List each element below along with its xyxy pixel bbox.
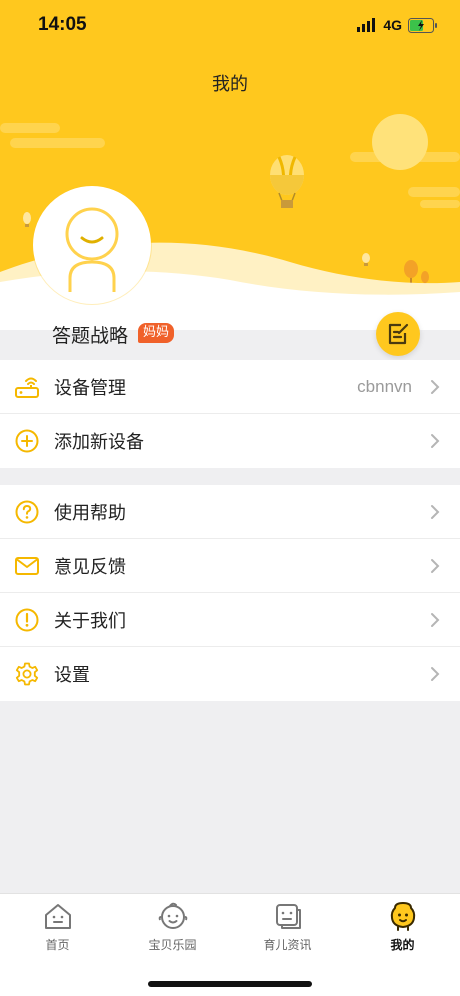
network-type: 4G bbox=[383, 17, 402, 33]
mail-icon bbox=[14, 553, 40, 579]
chevron-right-icon bbox=[431, 504, 440, 519]
chevron-right-icon bbox=[431, 558, 440, 573]
add-circle-icon bbox=[14, 428, 40, 454]
tab-label: 宝贝乐园 bbox=[148, 938, 197, 952]
tab-baby-paradise[interactable]: 宝贝乐园 bbox=[115, 900, 230, 953]
info-icon bbox=[14, 607, 40, 633]
help-icon bbox=[14, 499, 40, 525]
menu-item-settings[interactable]: 设置 bbox=[0, 647, 460, 701]
chevron-right-icon bbox=[431, 434, 440, 448]
edit-icon bbox=[388, 323, 409, 345]
chevron-right-icon bbox=[431, 612, 440, 627]
tab-label: 我的 bbox=[390, 938, 415, 952]
baby-face-icon bbox=[158, 902, 187, 929]
menu-label: 设备管理 bbox=[54, 377, 126, 399]
menu-label: 关于我们 bbox=[54, 610, 126, 632]
battery-icon bbox=[408, 17, 437, 33]
avatar[interactable] bbox=[33, 186, 151, 304]
gear-icon bbox=[14, 661, 40, 687]
support-menu: 使用帮助 意见反馈 关于我们 设置 bbox=[0, 485, 460, 701]
mascot-icon bbox=[390, 902, 415, 931]
news-icon bbox=[275, 904, 301, 929]
tab-label: 首页 bbox=[45, 938, 70, 952]
home-icon bbox=[44, 904, 71, 929]
menu-item-feedback[interactable]: 意见反馈 bbox=[0, 539, 460, 593]
chevron-right-icon bbox=[431, 667, 440, 681]
menu-label: 添加新设备 bbox=[54, 432, 144, 453]
status-bar: 14:05 4G bbox=[0, 0, 460, 50]
tab-parenting-news[interactable]: 育儿资讯 bbox=[230, 900, 345, 953]
tab-label: 育儿资讯 bbox=[263, 938, 312, 952]
tab-home[interactable]: 首页 bbox=[0, 900, 115, 953]
device-name-value: cbnnvn bbox=[357, 376, 412, 396]
status-time: 14:05 bbox=[38, 14, 87, 35]
menu-item-device-management[interactable]: 设备管理 cbnnvn bbox=[0, 360, 460, 414]
role-badge: 妈妈 bbox=[138, 323, 175, 343]
menu-label: 设置 bbox=[54, 665, 90, 686]
menu-item-add-device[interactable]: 添加新设备 bbox=[0, 414, 460, 468]
status-indicators: 4G bbox=[357, 15, 438, 35]
tab-mine[interactable]: 我的 bbox=[345, 900, 460, 953]
home-indicator bbox=[148, 981, 312, 987]
menu-label: 使用帮助 bbox=[54, 502, 126, 524]
menu-item-help[interactable]: 使用帮助 bbox=[0, 485, 460, 539]
router-icon bbox=[14, 374, 40, 400]
edit-profile-button[interactable] bbox=[376, 312, 420, 356]
menu-item-about[interactable]: 关于我们 bbox=[0, 593, 460, 647]
menu-label: 意见反馈 bbox=[54, 556, 126, 578]
signal-icon bbox=[357, 18, 376, 32]
default-avatar-icon bbox=[37, 190, 147, 300]
page-title: 我的 bbox=[212, 74, 248, 95]
chevron-right-icon bbox=[431, 379, 440, 394]
device-menu: 设备管理 cbnnvn 添加新设备 bbox=[0, 360, 460, 468]
profile-name: 答题战略 bbox=[52, 325, 129, 347]
